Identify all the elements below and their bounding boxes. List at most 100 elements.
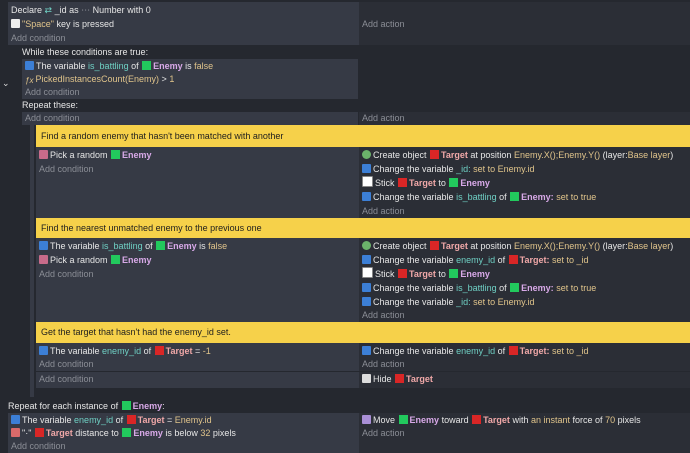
function-icon: ƒx [25,76,34,85]
add-condition-link[interactable]: Add condition [36,162,359,176]
add-condition-link[interactable]: Add condition [36,372,359,386]
target-object-icon [126,415,136,424]
enemy-object-icon [111,255,121,264]
pick-icon [39,150,48,159]
enemy-object-icon [121,401,131,410]
create-object-action[interactable]: Create object Target at position Enemy.X… [359,148,690,162]
enemy-object-icon [449,178,459,187]
picked-count-condition[interactable]: ƒx PickedInstancesCount(Enemy) > 1 [22,72,358,86]
add-condition-link[interactable]: Add condition [36,267,359,281]
stick-action[interactable]: Stick Target to Enemy [359,176,690,190]
block1-conditions[interactable]: Pick a random Enemy Add condition [36,147,359,218]
add-action-link[interactable]: Add action [359,111,690,125]
declare-line[interactable]: Declare ⇄ _id as ⋯ Number with 0 [8,3,359,17]
hide-action[interactable]: Hide Target [359,372,690,386]
enemy-object-icon [111,150,121,159]
enemy-id-equals-condition[interactable]: The variable enemy_id of Target = Enemy.… [8,413,359,427]
foreach-actions[interactable]: Move Enemy toward Target with an instant… [359,413,690,453]
pick-random-condition[interactable]: Pick a random Enemy [36,148,359,162]
block4-actions[interactable]: Hide Target [359,372,690,388]
target-object-icon [508,255,518,264]
add-condition-link[interactable]: Add condition [8,31,359,45]
target-object-icon [472,415,482,424]
enemy-object-icon [156,241,166,250]
comment-3[interactable]: Get the target that hasn't had the enemy… [36,322,690,343]
pick-icon [39,255,48,264]
block4-conditions[interactable]: Add condition [36,372,359,388]
number-type-icon: ⋯ [81,5,91,15]
change-is-battling-action[interactable]: Change the variable is_battling of Enemy… [359,190,690,204]
target-object-icon [154,346,164,355]
key-pressed-condition[interactable]: "Space" key is pressed [8,17,359,31]
change-is-battling-action[interactable]: Change the variable is_battling of Enemy… [359,281,690,295]
target-object-icon [430,241,440,250]
add-action-link[interactable]: Add action [359,308,690,322]
hide-icon [362,374,371,383]
variable-icon [362,297,371,306]
move-toward-action[interactable]: Move Enemy toward Target with an instant… [359,413,690,427]
target-object-icon [34,428,44,437]
block2-conditions[interactable]: The variable is_battling of Enemy is fal… [36,238,359,322]
target-object-icon [395,374,405,383]
comment-1[interactable]: Find a random enemy that hasn't been mat… [36,125,690,147]
change-enemy-id-action[interactable]: Change the variable enemy_id of Target: … [359,344,690,358]
create-icon [362,241,371,250]
add-condition-link[interactable]: Add condition [22,111,358,125]
variable-icon [39,241,48,250]
foreach-header: Repeat for each instance of Enemy: [8,401,165,411]
block2-actions[interactable]: Create object Target at position Enemy.X… [359,238,690,322]
keyboard-icon [11,19,20,28]
is-battling-condition[interactable]: The variable is_battling of Enemy is fal… [36,239,359,253]
event1-conditions[interactable]: Declare ⇄ _id as ⋯ Number with 0 "Space"… [8,2,359,45]
target-object-icon [430,150,440,159]
variable-icon [362,192,371,201]
variable-icon [362,346,371,355]
target-object-icon [398,178,408,187]
enemy-object-icon [510,192,520,201]
repeat-add-condition-row[interactable]: Add condition [22,112,358,125]
stick-icon [362,267,373,278]
add-action-link[interactable]: Add action [359,204,690,218]
variable-icon [362,164,371,173]
enemy-object-icon [142,61,152,70]
add-condition-link[interactable]: Add condition [36,357,359,371]
distance-condition[interactable]: "·" Target distance to Enemy is below 32… [8,426,359,440]
while-conditions[interactable]: The variable is_battling of Enemy is fal… [22,59,358,99]
comment-2[interactable]: Find the nearest unmatched enemy to the … [36,218,690,238]
add-action-link[interactable]: Add action [359,17,690,31]
move-icon [362,415,371,424]
target-object-icon [508,346,518,355]
enemy-id-condition[interactable]: The variable enemy_id of Target = -1 [36,344,359,358]
while-header: While these conditions are true: [22,47,149,57]
repeat-add-action-row[interactable]: Add action [359,112,690,125]
distance-icon [11,428,20,437]
block3-conditions[interactable]: The variable enemy_id of Target = -1 Add… [36,343,359,371]
enemy-object-icon [398,415,408,424]
variable-icon [25,61,34,70]
variable-icon [39,346,48,355]
is-battling-condition[interactable]: The variable is_battling of Enemy is fal… [22,59,358,73]
block1-actions[interactable]: Create object Target at position Enemy.X… [359,147,690,218]
variable-icon [362,283,371,292]
create-icon [362,150,371,159]
stick-action[interactable]: Stick Target to Enemy [359,267,690,281]
add-action-link[interactable]: Add action [359,426,690,440]
add-condition-link[interactable]: Add condition [8,439,359,453]
change-id-action[interactable]: Change the variable _id: set to Enemy.id [359,162,690,176]
enemy-object-icon [122,428,132,437]
stick-icon [362,176,373,187]
change-id-action[interactable]: Change the variable _id: set to Enemy.id [359,295,690,309]
add-action-link[interactable]: Add action [359,357,690,371]
variable-icon: ⇄ [44,5,53,15]
event1-actions[interactable]: Add action [359,2,690,45]
event2-collapse-toggle[interactable]: ⌄ [2,78,10,90]
variable-icon [11,415,20,424]
foreach-conditions[interactable]: The variable enemy_id of Target = Enemy.… [8,413,359,453]
add-condition-link[interactable]: Add condition [22,85,358,99]
change-enemy-id-action[interactable]: Change the variable enemy_id of Target: … [359,253,690,267]
enemy-object-icon [449,269,459,278]
block3-actions[interactable]: Change the variable enemy_id of Target: … [359,343,690,371]
create-object-action[interactable]: Create object Target at position Enemy.X… [359,239,690,253]
enemy-object-icon [510,283,520,292]
pick-random-condition[interactable]: Pick a random Enemy [36,253,359,267]
